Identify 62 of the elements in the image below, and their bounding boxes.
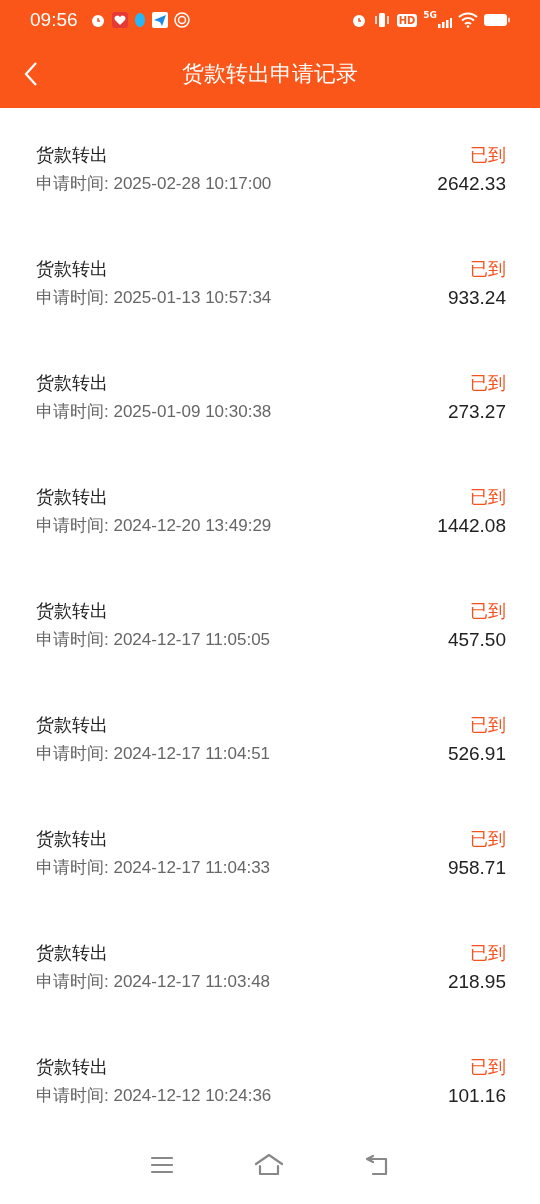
record-time: 申请时间: 2024-12-17 11:03:48 (36, 971, 271, 993)
record-title: 货款转出 (36, 486, 109, 508)
record-amount: 933.24 (447, 286, 506, 310)
status-time: 09:56 (30, 9, 78, 31)
signal-icon (438, 18, 452, 28)
network-label: 5G (423, 10, 437, 20)
alarm-clock-icon (350, 12, 367, 28)
record-status: 已到 (470, 258, 506, 280)
battery-icon (484, 13, 510, 27)
record-title: 货款转出 (36, 144, 109, 166)
record-row[interactable]: 货款转出 申请时间: 2024-12-12 10:24:36 已到 101.16 (0, 1020, 540, 1134)
record-title: 货款转出 (36, 600, 109, 622)
record-row[interactable]: 货款转出 申请时间: 2025-01-09 10:30:38 已到 273.27 (0, 336, 540, 450)
record-time: 申请时间: 2024-12-17 11:04:51 (36, 743, 271, 765)
menu-icon[interactable] (150, 1155, 174, 1175)
record-time: 申请时间: 2025-01-09 10:30:38 (36, 401, 272, 423)
record-title: 货款转出 (36, 828, 109, 850)
record-title: 货款转出 (36, 942, 109, 964)
record-time: 申请时间: 2024-12-20 13:49:29 (36, 515, 272, 537)
record-row[interactable]: 货款转出 申请时间: 2024-12-20 13:49:29 已到 1442.08 (0, 450, 540, 564)
record-time: 申请时间: 2025-01-13 10:57:34 (36, 287, 272, 309)
record-amount: 457.50 (447, 628, 506, 652)
circle-app-icon (173, 12, 190, 28)
record-status: 已到 (470, 144, 506, 166)
record-time: 申请时间: 2025-02-28 10:17:00 (36, 173, 272, 195)
home-icon[interactable] (254, 1154, 284, 1176)
record-title: 货款转出 (36, 714, 109, 736)
record-title: 货款转出 (36, 372, 109, 394)
record-time: 申请时间: 2024-12-12 10:24:36 (36, 1085, 272, 1107)
record-status: 已到 (470, 372, 506, 394)
record-row[interactable]: 货款转出 申请时间: 2025-02-28 10:17:00 已到 2642.33 (0, 108, 540, 222)
record-row[interactable]: 货款转出 申请时间: 2024-12-17 11:04:33 已到 958.71 (0, 792, 540, 906)
record-status: 已到 (470, 486, 506, 508)
back-nav-icon[interactable] (364, 1154, 390, 1176)
vibrate-icon (372, 12, 391, 28)
record-title: 货款转出 (36, 258, 109, 280)
record-amount: 218.95 (447, 970, 506, 994)
record-status: 已到 (470, 600, 506, 622)
alarm-clock-icon (89, 12, 106, 28)
record-amount: 101.16 (447, 1084, 506, 1108)
record-status: 已到 (470, 942, 506, 964)
record-row[interactable]: 货款转出 申请时间: 2025-01-13 10:57:34 已到 933.24 (0, 222, 540, 336)
heart-app-icon (111, 12, 128, 28)
record-time: 申请时间: 2024-12-17 11:05:05 (36, 629, 271, 651)
record-amount: 958.71 (447, 856, 506, 880)
record-row[interactable]: 货款转出 申请时间: 2024-12-17 11:03:48 已到 218.95 (0, 906, 540, 1020)
record-amount: 273.27 (447, 400, 506, 424)
wifi-icon (458, 12, 478, 28)
record-row[interactable]: 货款转出 申请时间: 2024-12-17 11:05:05 已到 457.50 (0, 564, 540, 678)
record-status: 已到 (470, 714, 506, 736)
paper-plane-app-icon (151, 12, 168, 28)
hd-badge: HD (396, 13, 418, 27)
record-row[interactable]: 货款转出 申请时间: 2024-12-17 11:04:51 已到 526.91 (0, 678, 540, 792)
record-status: 已到 (470, 828, 506, 850)
record-title: 货款转出 (36, 1056, 109, 1078)
record-amount: 526.91 (447, 742, 506, 766)
record-amount: 2642.33 (437, 172, 506, 196)
record-amount: 1442.08 (437, 514, 506, 538)
page-title: 货款转出申请记录 (181, 60, 359, 88)
record-status: 已到 (470, 1056, 506, 1078)
record-time: 申请时间: 2024-12-17 11:04:33 (36, 857, 271, 879)
back-icon[interactable] (24, 61, 38, 87)
